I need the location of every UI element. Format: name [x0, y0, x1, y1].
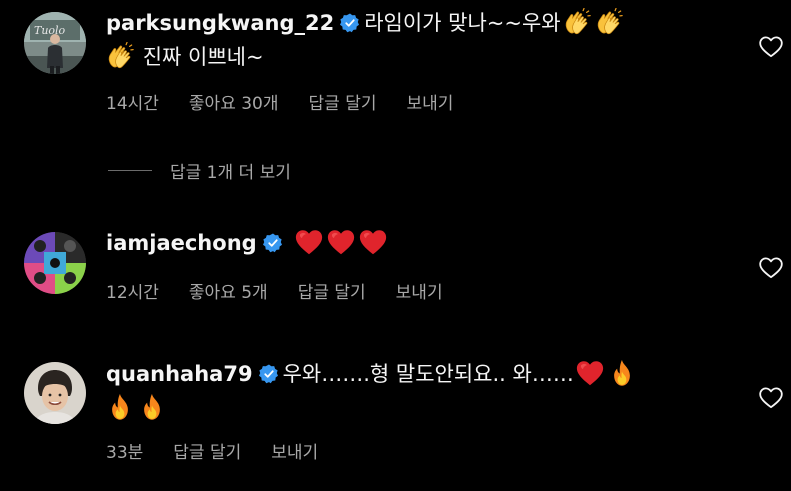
divider-line: [108, 170, 152, 171]
timestamp: 12시간: [106, 283, 159, 303]
heart-outline-icon[interactable]: [759, 36, 783, 58]
avatar[interactable]: [24, 362, 86, 424]
comment-text: iamjaechong: [106, 226, 716, 260]
fire-emoji: [608, 359, 636, 387]
comment-meta: 12시간 좋아요 5개 답글 달기 보내기: [106, 278, 443, 303]
fire-emoji: [138, 393, 166, 421]
view-replies-label: 답글 1개 더 보기: [170, 163, 291, 183]
red-heart-emoji: [295, 228, 323, 256]
reply-button[interactable]: 답글 달기: [173, 438, 241, 463]
red-heart-emoji: [576, 359, 604, 387]
avatar[interactable]: Tuolo: [24, 12, 86, 74]
username[interactable]: parksungkwang_22: [106, 11, 334, 35]
verified-badge-icon: [259, 364, 279, 384]
comment-meta: 14시간 좋아요 30개 답글 달기 보내기: [106, 89, 453, 114]
clap-emoji: [106, 42, 134, 70]
reply-button[interactable]: 답글 달기: [309, 89, 377, 114]
verified-badge-icon: [263, 233, 283, 253]
timestamp: 14시간: [106, 94, 159, 114]
send-button[interactable]: 보내기: [407, 89, 454, 114]
username[interactable]: quanhaha79: [106, 362, 253, 386]
red-heart-emoji: [327, 228, 355, 256]
fire-emoji: [106, 393, 134, 421]
likes-count[interactable]: 좋아요 30개: [189, 89, 279, 114]
red-heart-emoji: [359, 228, 387, 256]
verified-badge-icon: [340, 13, 360, 33]
comment-meta: 33분 답글 달기 보내기: [106, 438, 318, 463]
comment-text: parksungkwang_22 라임이가 맞나~~우와 진짜 이쁘네~: [106, 6, 716, 74]
avatar[interactable]: [24, 232, 86, 294]
comment-message: 우와…….형 말도안되요.. 와……: [282, 362, 574, 386]
clap-emoji: [595, 8, 623, 36]
comment-message: 라임이가 맞나~~우와: [364, 11, 561, 35]
heart-outline-icon[interactable]: [759, 257, 783, 279]
comment-text: quanhaha79 우와…….형 말도안되요.. 와……: [106, 357, 716, 425]
heart-outline-icon[interactable]: [759, 387, 783, 409]
send-button[interactable]: 보내기: [396, 278, 443, 303]
likes-count[interactable]: 좋아요 5개: [189, 278, 268, 303]
clap-emoji: [563, 8, 591, 36]
send-button[interactable]: 보내기: [271, 438, 318, 463]
svg-text:Tuolo: Tuolo: [34, 24, 66, 37]
timestamp: 33분: [106, 443, 144, 463]
view-replies-button[interactable]: 답글 1개 더 보기: [108, 158, 291, 183]
comment-message-cont: 진짜 이쁘네~: [142, 45, 264, 69]
reply-button[interactable]: 답글 달기: [298, 278, 366, 303]
username[interactable]: iamjaechong: [106, 231, 257, 255]
